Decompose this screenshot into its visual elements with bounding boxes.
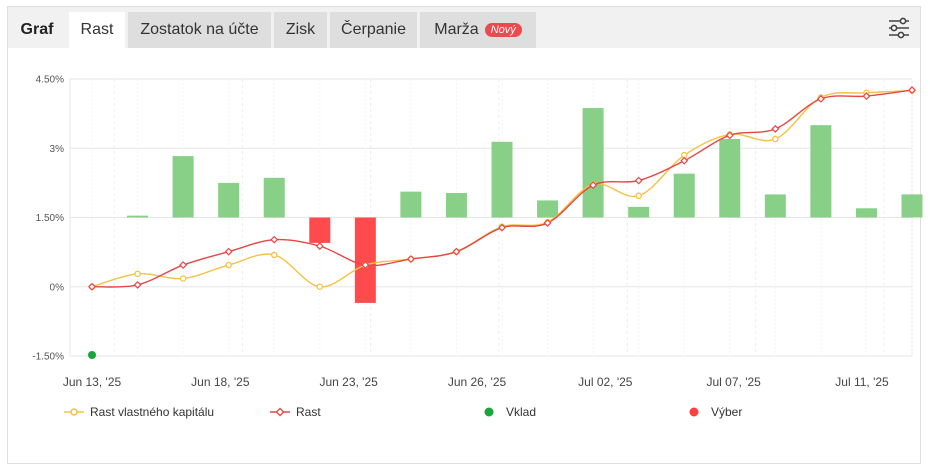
bar [445, 193, 467, 218]
bar [855, 208, 877, 218]
point-growth [315, 242, 324, 251]
bar [354, 217, 376, 303]
legend-item-equity-growth[interactable]: Rast vlastného kapitálu [64, 402, 214, 422]
bar [491, 141, 513, 218]
bar [263, 177, 285, 218]
point-equity-growth [635, 192, 642, 200]
x-tick-label: Jun 26, '25 [448, 375, 507, 389]
x-tick-label: Jun 13, '25 [63, 375, 122, 389]
x-tick-label: Jul 02, '25 [578, 375, 633, 389]
legend-label: Rast vlastného kapitálu [90, 405, 215, 419]
legend-label: Rast [296, 405, 321, 419]
y-tick-label: 4.50% [36, 75, 64, 86]
bar [628, 206, 650, 218]
y-tick-label: 0% [50, 282, 65, 293]
x-tick-label: Jul 11, '25 [835, 375, 889, 389]
point-growth [224, 247, 233, 256]
x-tick-label: Jun 18, '25 [191, 375, 250, 389]
point-growth [270, 235, 279, 244]
point-growth [179, 261, 188, 270]
legend-item-growth[interactable]: Rast [270, 402, 321, 422]
bar [537, 200, 559, 218]
y-tick-label: 1.50% [36, 213, 64, 224]
point-growth [634, 176, 643, 185]
growth-chart: 4.50% 3% 1.50% 0% -1.50% Jun 13, '25 Jun 18, '… [32, 75, 923, 389]
point-equity-growth [772, 135, 779, 143]
bar [673, 173, 695, 218]
y-tick-label: 3% [50, 144, 65, 155]
legend-item-deposit[interactable]: Vklad [484, 402, 536, 422]
legend-label: Výber [711, 405, 743, 419]
x-tick-label: Jun 23, '25 [319, 375, 378, 389]
bar [400, 191, 422, 218]
point-equity-growth [225, 261, 232, 269]
point-equity-growth [179, 275, 187, 282]
legend-item-withdrawal[interactable]: Výber [689, 402, 742, 422]
bar [127, 215, 149, 218]
legend-label: Vklad [506, 405, 537, 419]
x-tick-label: Jul 07, '25 [707, 375, 762, 389]
bar [764, 194, 786, 218]
bar [218, 182, 240, 218]
bar [810, 125, 832, 218]
bar [582, 108, 604, 218]
bar [309, 217, 331, 243]
point-equity-growth [316, 283, 324, 290]
point-equity-growth [270, 251, 278, 259]
point-growth [771, 124, 780, 133]
point-growth [680, 156, 689, 165]
point-equity-growth [134, 270, 141, 278]
bar [901, 194, 923, 218]
bar [719, 139, 741, 218]
y-tick-label: -1.50% [32, 352, 64, 363]
bar [172, 156, 194, 218]
deposit-marker [88, 351, 96, 359]
